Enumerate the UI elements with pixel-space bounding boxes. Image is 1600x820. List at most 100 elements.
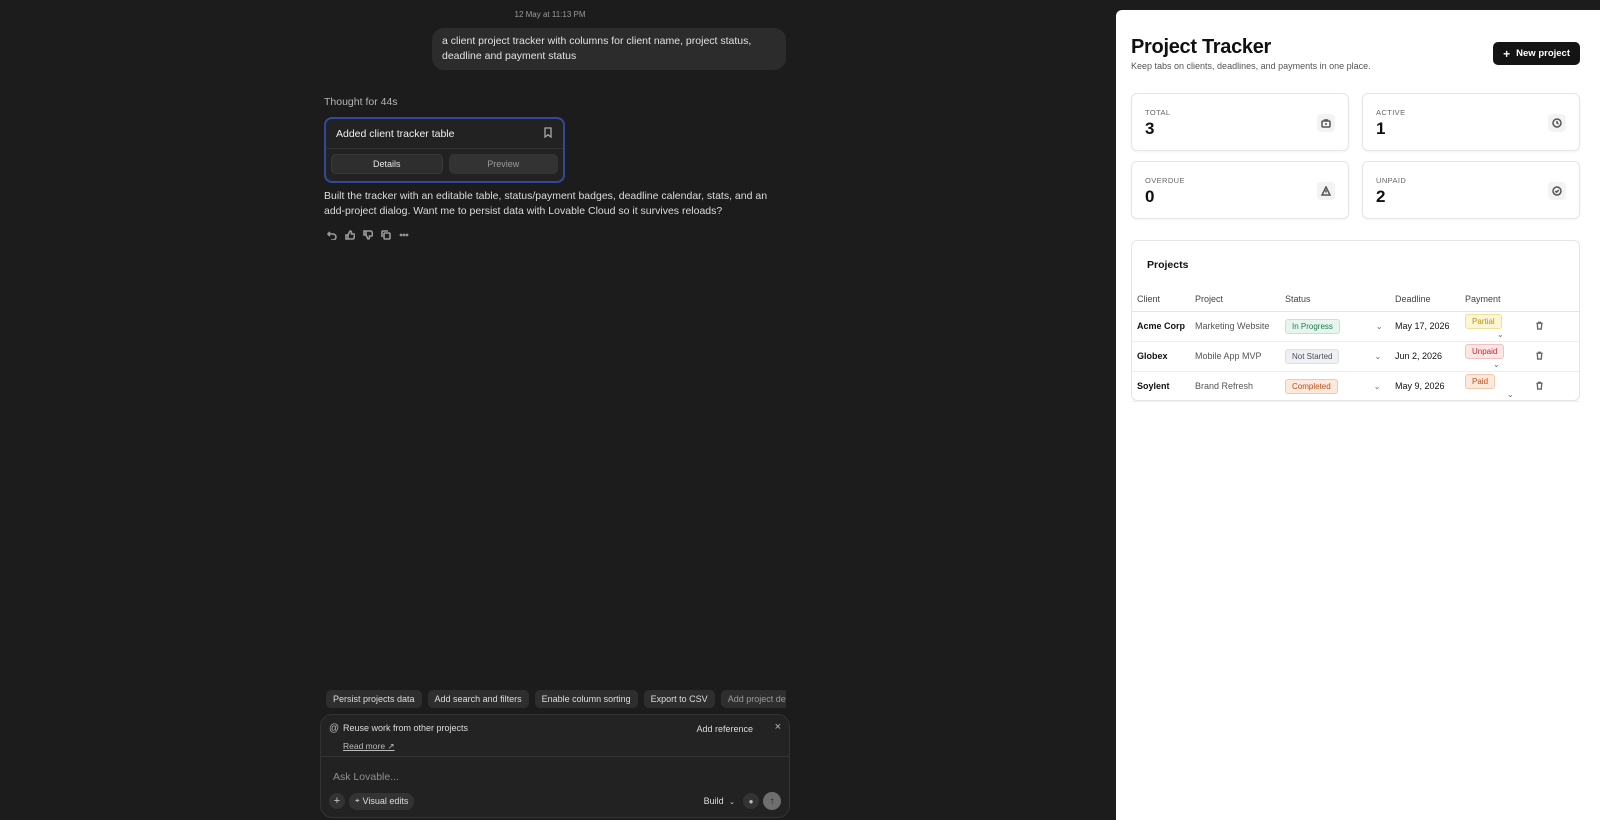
deadline-picker[interactable]: May 9, 2026 [1390, 371, 1460, 402]
close-icon[interactable]: × [775, 721, 781, 733]
stat-unpaid: UNPAID 2 [1362, 161, 1580, 219]
tab-preview[interactable]: Preview [448, 154, 558, 174]
page-title: Project Tracker [1131, 36, 1272, 58]
edit-card-header: Added client tracker table [326, 119, 563, 149]
suggestion-chip[interactable]: Add project details [720, 690, 786, 708]
chevron-down-icon: ⌄ [1375, 321, 1383, 331]
column-header-status[interactable]: Status [1280, 287, 1390, 312]
preview-panel: Project Tracker Keep tabs on clients, de… [1116, 10, 1600, 820]
delete-row-button[interactable] [1530, 371, 1579, 402]
payment-badge: Paid [1465, 373, 1496, 389]
table-header-row: Client Project Status Deadline Payment [1132, 287, 1579, 312]
column-header-actions [1530, 287, 1579, 312]
status-badge: Completed [1285, 378, 1338, 394]
stat-total: TOTAL 3 [1131, 93, 1349, 151]
chat-input[interactable]: Ask Lovable... [333, 771, 399, 783]
read-more-label: Read more [343, 741, 386, 751]
cursor-icon: ⌖ [355, 796, 360, 805]
external-link-icon: ↗ [387, 741, 395, 751]
column-header-deadline[interactable]: Deadline [1390, 287, 1460, 312]
delete-row-button[interactable] [1530, 341, 1579, 372]
composer: @ Reuse work from other projects Read mo… [320, 714, 790, 818]
payment-select[interactable]: Partial⌄ [1460, 311, 1530, 342]
project-cell[interactable]: Marketing Website [1190, 311, 1280, 342]
deadline-picker[interactable]: May 17, 2026 [1390, 311, 1460, 342]
table-row: Globex Mobile App MVP Not Started ⌄ Jun 2… [1132, 341, 1579, 372]
chevron-down-icon: ⌄ [1507, 389, 1514, 399]
more-icon[interactable] [398, 229, 410, 241]
new-project-button[interactable]: + New project [1493, 42, 1580, 65]
edit-card-title: Added client tracker table [336, 127, 455, 140]
table-row: Acme Corp Marketing Website In Progress ⌄… [1132, 311, 1579, 342]
status-badge: Not Started [1285, 348, 1340, 364]
project-cell[interactable]: Brand Refresh [1190, 371, 1280, 402]
add-reference-button[interactable]: Add reference [690, 721, 759, 737]
suggestion-chip[interactable]: Persist projects data [326, 690, 422, 708]
projects-table: Client Project Status Deadline Payment A… [1132, 287, 1579, 402]
microphone-icon[interactable]: ● [743, 793, 759, 809]
column-header-client[interactable]: Client [1132, 287, 1190, 312]
send-button[interactable]: ↑ [763, 792, 781, 810]
client-cell[interactable]: Acme Corp [1132, 311, 1190, 342]
thought-duration[interactable]: Thought for 44s [324, 96, 398, 108]
suggestion-chip[interactable]: Export to CSV [643, 690, 715, 708]
user-message: a client project tracker with columns fo… [432, 28, 786, 70]
tab-details[interactable]: Details [331, 154, 443, 174]
trash-icon [1535, 321, 1544, 332]
check-circle-icon [1548, 182, 1566, 200]
chevron-down-icon: ⌄ [1497, 329, 1504, 339]
column-header-project[interactable]: Project [1190, 287, 1280, 312]
message-actions [326, 229, 410, 241]
edit-card-tabs: Details Preview [326, 149, 563, 179]
chevron-down-icon: ⌄ [1373, 381, 1381, 391]
client-cell[interactable]: Soylent [1132, 371, 1190, 402]
copy-icon[interactable] [380, 229, 392, 241]
stat-value: 1 [1376, 119, 1386, 138]
stat-value: 0 [1145, 187, 1155, 206]
thumbs-up-icon[interactable] [344, 229, 356, 241]
project-cell[interactable]: Mobile App MVP [1190, 341, 1280, 372]
add-attachment-button[interactable]: + [329, 793, 345, 809]
briefcase-icon [1317, 114, 1335, 132]
edit-card[interactable]: Added client tracker table Details Previ… [324, 117, 565, 183]
delete-row-button[interactable] [1530, 311, 1579, 342]
client-cell[interactable]: Globex [1132, 341, 1190, 372]
suggestion-chips: Persist projects data Add search and fil… [326, 690, 786, 708]
payment-select[interactable]: Paid ⌄ [1460, 371, 1530, 402]
trash-icon [1535, 381, 1544, 392]
page-subtitle: Keep tabs on clients, deadlines, and pay… [1131, 61, 1371, 71]
visual-edits-button[interactable]: ⌖ Visual edits [349, 792, 415, 810]
chevron-down-icon: ⌄ [1374, 351, 1382, 361]
reuse-banner: @ Reuse work from other projects Read mo… [321, 715, 789, 757]
chevron-down-icon: ⌄ [1493, 359, 1500, 369]
undo-icon[interactable] [326, 229, 338, 241]
reuse-text: Reuse work from other projects [343, 723, 469, 733]
bookmark-icon[interactable] [543, 126, 553, 141]
message-timestamp: 12 May at 11:13 PM [514, 10, 586, 19]
read-more-link[interactable]: Read more ↗ [343, 741, 395, 752]
status-select[interactable]: Not Started ⌄ [1280, 341, 1390, 372]
payment-badge: Partial [1465, 313, 1502, 329]
thumbs-down-icon[interactable] [362, 229, 374, 241]
stat-label: OVERDUE [1145, 176, 1185, 185]
mode-label: Build [703, 796, 724, 806]
stat-value: 2 [1376, 187, 1386, 206]
status-select[interactable]: In Progress ⌄ [1280, 311, 1390, 342]
mode-select[interactable]: Build ⌄ [704, 796, 735, 806]
stat-label: UNPAID [1376, 176, 1407, 185]
payment-select[interactable]: Unpaid⌄ [1460, 341, 1530, 372]
visual-edits-label: Visual edits [362, 796, 409, 806]
assistant-message: Built the tracker with an editable table… [324, 190, 768, 217]
clock-icon [1548, 114, 1566, 132]
chevron-down-icon: ⌄ [729, 799, 735, 806]
status-select[interactable]: Completed ⌄ [1280, 371, 1390, 402]
column-header-payment[interactable]: Payment [1460, 287, 1530, 312]
plus-icon: + [1503, 46, 1511, 61]
trash-icon [1535, 351, 1544, 362]
deadline-picker[interactable]: Jun 2, 2026 [1390, 341, 1460, 372]
suggestion-chip[interactable]: Enable column sorting [534, 690, 638, 708]
suggestion-chip[interactable]: Add search and filters [427, 690, 529, 708]
table-row: Soylent Brand Refresh Completed ⌄ May 9, … [1132, 371, 1579, 402]
payment-badge: Unpaid [1465, 343, 1505, 359]
stat-label: ACTIVE [1376, 108, 1406, 117]
